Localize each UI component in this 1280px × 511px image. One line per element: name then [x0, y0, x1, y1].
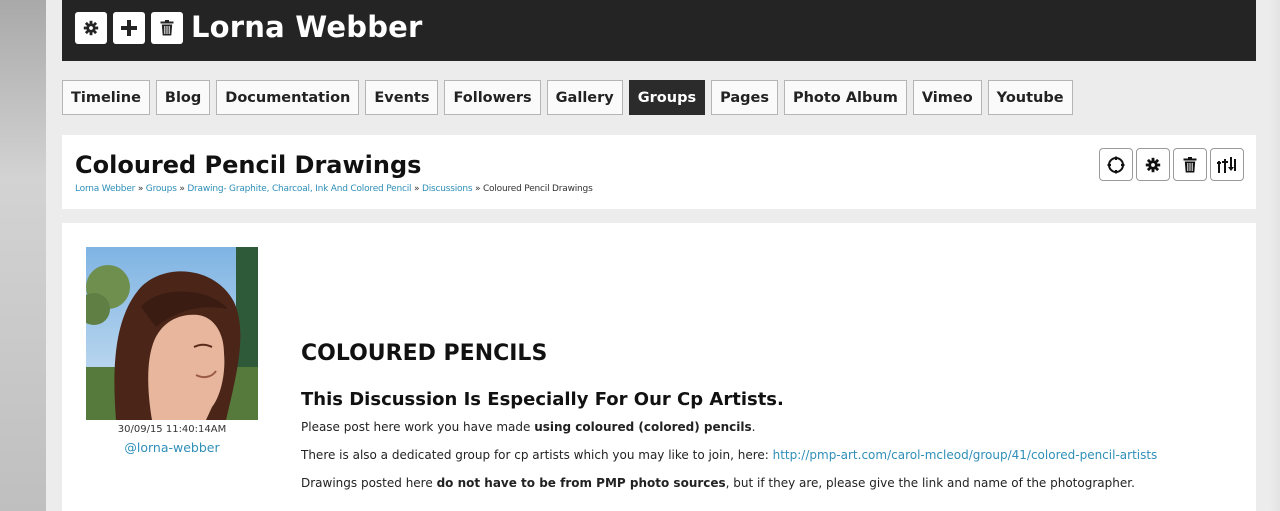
settings-button[interactable] — [75, 12, 107, 44]
discussion-title-card: Coloured Pencil Drawings Lorna Webber » … — [62, 135, 1256, 209]
tab-youtube[interactable]: Youtube — [987, 80, 1073, 115]
breadcrumb-link-groups[interactable]: Groups — [146, 184, 177, 194]
tab-blog[interactable]: Blog — [155, 80, 211, 115]
tab-photo-album[interactable]: Photo Album — [783, 80, 907, 115]
settings-button[interactable] — [1136, 148, 1170, 181]
tab-gallery[interactable]: Gallery — [546, 80, 623, 115]
trash-icon — [160, 20, 174, 36]
add-button[interactable] — [113, 12, 145, 44]
target-icon — [1107, 156, 1125, 173]
profile-name: Lorna Webber — [191, 10, 423, 44]
follow-button[interactable] — [1099, 148, 1133, 181]
breadcrumb-separator: » — [475, 184, 483, 194]
tab-events[interactable]: Events — [365, 80, 439, 115]
breadcrumb-current: Coloured Pencil Drawings — [482, 184, 593, 194]
gear-icon — [1145, 157, 1161, 172]
paragraph-text: Please post here work you have made — [301, 420, 535, 434]
paragraph-text: , but if they are, please give the link … — [725, 476, 1135, 490]
breadcrumb-separator: » — [137, 184, 146, 194]
paragraph-text: . — [751, 420, 756, 434]
post-paragraph: Please post here work you have made usin… — [301, 420, 1241, 434]
delete-button[interactable] — [1173, 148, 1207, 181]
post-heading: COLOURED PENCILS — [301, 341, 548, 366]
page-container: Lorna Webber Timeline Blog Documentation… — [46, 0, 1270, 511]
page-left-gutter — [0, 0, 46, 511]
author-handle-link[interactable]: @lorna-webber — [86, 440, 258, 455]
plus-icon — [121, 20, 137, 36]
group-link[interactable]: http://pmp-art.com/carol-mcleod/group/41… — [773, 448, 1158, 462]
delete-button[interactable] — [151, 12, 183, 44]
discussion-content: 30/09/15 11:40:14AM @lorna-webber COLOUR… — [62, 223, 1256, 511]
post-subheading: This Discussion Is Especially For Our Cp… — [301, 389, 784, 410]
profile-header: Lorna Webber — [62, 0, 1256, 61]
paragraph-text: There is also a dedicated group for cp a… — [301, 448, 773, 462]
breadcrumb-link-profile[interactable]: Lorna Webber — [75, 184, 135, 194]
discussion-actions — [1099, 148, 1244, 181]
avatar[interactable] — [86, 247, 258, 420]
sliders-icon — [1217, 156, 1236, 173]
post-paragraph: There is also a dedicated group for cp a… — [301, 448, 1241, 462]
author-photo — [86, 247, 258, 420]
page-title: Coloured Pencil Drawings — [75, 151, 422, 179]
sort-button[interactable] — [1210, 148, 1244, 181]
gear-icon — [83, 20, 99, 36]
breadcrumb: Lorna Webber » Groups » Drawing- Graphit… — [75, 184, 593, 194]
tab-pages[interactable]: Pages — [711, 80, 778, 115]
tab-vimeo[interactable]: Vimeo — [912, 80, 982, 115]
paragraph-text: Drawings posted here — [301, 476, 437, 490]
post-timestamp: 30/09/15 11:40:14AM — [117, 424, 227, 435]
tab-bar: Timeline Blog Documentation Events Follo… — [62, 80, 1073, 116]
breadcrumb-separator: » — [414, 184, 422, 194]
tab-documentation[interactable]: Documentation — [216, 80, 360, 115]
paragraph-emphasis: using coloured (colored) pencils — [534, 420, 752, 434]
tab-groups[interactable]: Groups — [628, 80, 706, 115]
tab-timeline[interactable]: Timeline — [62, 80, 150, 115]
trash-icon — [1183, 156, 1197, 172]
tab-followers[interactable]: Followers — [444, 80, 541, 115]
breadcrumb-link-discussions[interactable]: Discussions — [422, 184, 473, 194]
post-body: COLOURED PENCILS This Discussion Is Espe… — [301, 341, 1241, 504]
post-paragraph: Drawings posted here do not have to be f… — [301, 476, 1241, 490]
breadcrumb-link-group[interactable]: Drawing- Graphite, Charcoal, Ink And Col… — [187, 184, 411, 194]
paragraph-emphasis: do not have to be from PMP photo sources — [436, 476, 726, 490]
